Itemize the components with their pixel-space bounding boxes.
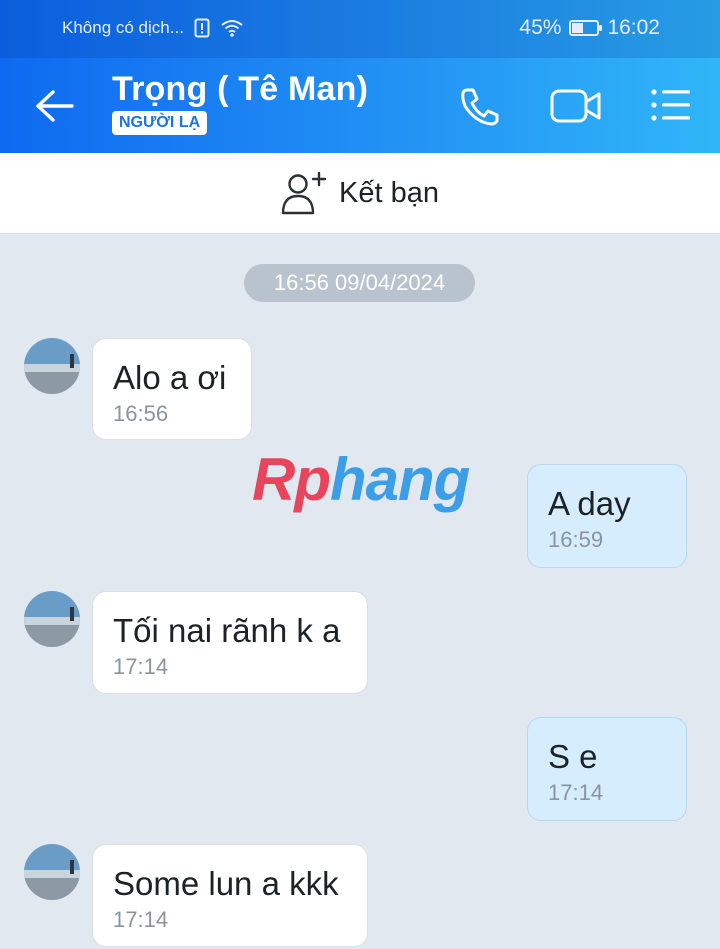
contact-avatar[interactable] <box>24 844 80 900</box>
clock: 16:02 <box>607 16 660 39</box>
avatar-image <box>24 844 80 900</box>
status-right: 45% 16:02 <box>519 16 660 40</box>
message-text: Some lun a kkk <box>113 865 339 902</box>
message-text: A day <box>548 485 631 522</box>
message-text: Tối nai rãnh k a <box>113 612 341 649</box>
add-friend-icon <box>281 171 327 215</box>
message-bubble-incoming[interactable]: Some lun a kkk 17:14 <box>92 844 368 947</box>
menu-icon[interactable] <box>650 88 692 122</box>
message-time: 17:14 <box>113 654 169 679</box>
watermark-part2: hang <box>329 446 470 513</box>
add-friend-bar[interactable]: Kết bạn <box>0 153 720 234</box>
chat-header: Không có dịch... 45% 16:02 Trọng ( Tê Ma… <box>0 0 720 153</box>
battery-icon <box>569 20 603 36</box>
message-bubble-outgoing[interactable]: A day 16:59 <box>527 464 687 568</box>
message-text: S e <box>548 738 598 775</box>
contact-name[interactable]: Trọng ( Tê Man) <box>112 70 368 109</box>
contact-avatar[interactable] <box>24 591 80 647</box>
message-bubble-incoming[interactable]: Alo a ơi 16:56 <box>92 338 252 440</box>
add-friend-label: Kết bạn <box>339 176 439 209</box>
message-time: 16:56 <box>113 401 169 426</box>
avatar-image <box>24 591 80 647</box>
message-bubble-outgoing[interactable]: S e 17:14 <box>527 717 687 821</box>
alert-sim-icon <box>194 18 210 38</box>
message-time: 17:14 <box>113 907 169 932</box>
wifi-icon <box>221 20 243 37</box>
watermark-part1: Rp <box>252 446 331 513</box>
message-bubble-incoming[interactable]: Tối nai rãnh k a 17:14 <box>92 591 368 694</box>
back-arrow-icon[interactable] <box>34 88 76 124</box>
message-time: 16:59 <box>548 527 604 552</box>
video-call-icon[interactable] <box>550 88 602 124</box>
avatar-image <box>24 338 80 394</box>
battery-percent: 45% <box>519 16 562 39</box>
phone-icon[interactable] <box>459 86 501 126</box>
battery-level <box>572 23 584 33</box>
carrier-text: Không có dịch... <box>62 18 184 37</box>
date-divider: 16:56 09/04/2024 <box>244 264 475 302</box>
watermark-logo: Rphang <box>252 445 470 514</box>
status-left: Không có dịch... <box>62 18 244 38</box>
contact-avatar[interactable] <box>24 338 80 394</box>
message-time: 17:14 <box>548 780 604 805</box>
stranger-badge: NGƯỜI LẠ <box>112 111 208 135</box>
message-text: Alo a ơi <box>113 359 227 396</box>
status-bar: Không có dịch... 45% 16:02 <box>0 0 720 58</box>
